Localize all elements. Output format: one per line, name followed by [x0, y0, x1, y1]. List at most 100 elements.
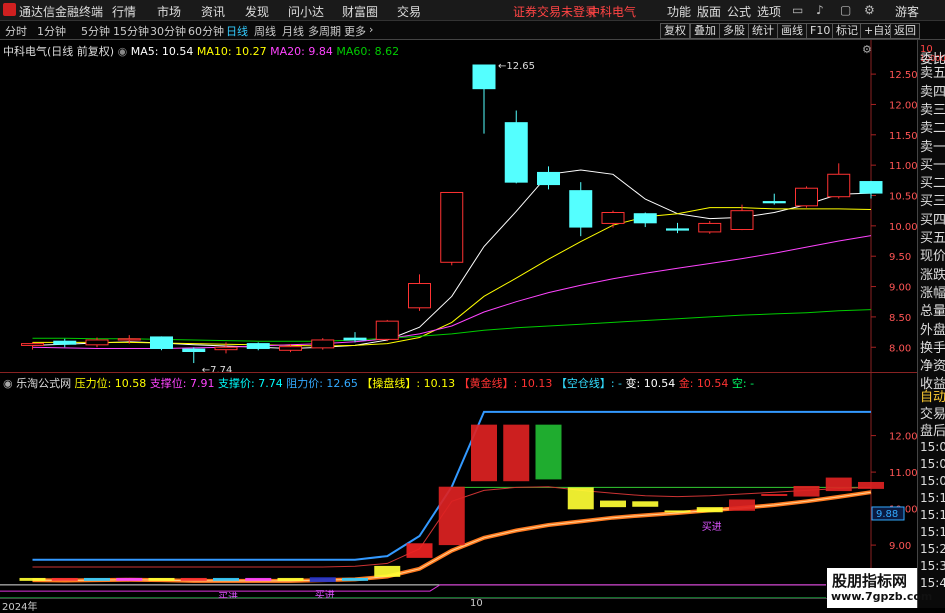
- menu-trade[interactable]: 交易: [397, 3, 421, 20]
- ma20-label: MA20: 9.84: [270, 45, 333, 58]
- support-price-line: [0, 584, 826, 592]
- indicator-series: 买进 买进买进: [0, 410, 884, 598]
- candle-body: [827, 173, 851, 198]
- candle-body: [279, 346, 302, 351]
- login-notice[interactable]: 证券交易未登录: [513, 3, 597, 20]
- indicator-bar: [19, 577, 46, 581]
- indicator-name[interactable]: 乐淘公式网: [16, 377, 71, 390]
- f10-button[interactable]: F10: [806, 23, 835, 39]
- period-tab-monthly[interactable]: 月线: [282, 23, 304, 39]
- candle-body: [762, 201, 786, 204]
- menu-market[interactable]: 市场: [157, 3, 181, 20]
- main-price-axis: 12.50 12.00 11.50 11.00 10.50 10.00 9.50 9.00 8.…: [871, 70, 917, 354]
- buy-signal-label: 买进: [315, 590, 335, 598]
- side-item-10: 买五: [920, 231, 945, 246]
- side-time-6: 15:20: [920, 542, 945, 556]
- overlay-button[interactable]: 叠加: [690, 23, 720, 39]
- high-price-label: ←12.65: [498, 61, 535, 72]
- candle-body: [730, 210, 754, 230]
- side-time-7: 15:33: [920, 559, 945, 573]
- side-item-9: 买四: [920, 212, 945, 228]
- price-tick-label: 8.00: [889, 343, 911, 354]
- side-item-12: 涨跌: [920, 267, 945, 283]
- menu-options[interactable]: 选项: [757, 3, 781, 20]
- buy-signal-label: 买进: [702, 521, 722, 533]
- candle-body: [859, 181, 883, 194]
- window-min-button[interactable]: ▭: [792, 3, 803, 17]
- indicator-toggle-icon[interactable]: ◉: [3, 377, 13, 390]
- indicator-bar: [567, 487, 594, 510]
- price-tick-label: 8.50: [889, 313, 911, 324]
- chart-title: 中科电气(日线 前复权): [3, 45, 115, 58]
- settings-icon[interactable]: ⚙: [864, 3, 875, 17]
- low-price-label: ←7.74: [202, 365, 233, 372]
- menu-discover[interactable]: 发现: [245, 3, 269, 20]
- period-tab-more[interactable]: 更多: [344, 23, 366, 39]
- period-tab-multi[interactable]: 多周期: [308, 23, 341, 39]
- change-label: 变: 10.54: [625, 377, 676, 390]
- toggle-indicator-icon[interactable]: ◉: [118, 45, 131, 58]
- side-lower-2[interactable]: 盘后: [920, 420, 945, 439]
- indicator-bar: [438, 486, 465, 546]
- multi-stock-button[interactable]: 多股: [719, 23, 749, 39]
- menu-news[interactable]: 资讯: [201, 3, 225, 20]
- period-tab-daily[interactable]: 日线: [226, 23, 248, 39]
- user-guest[interactable]: 游客: [895, 3, 919, 20]
- trade-line-label: 【操盘线】: 10.13: [361, 377, 456, 390]
- price-tick-label: 12.50: [889, 70, 917, 81]
- period-tab-5min[interactable]: 5分钟: [81, 23, 110, 39]
- time-axis: 2024年 10: [0, 598, 917, 613]
- side-item-17: 净资: [920, 359, 945, 375]
- candle-body: [214, 346, 238, 351]
- support-price-label: 支撑价: 7.74: [218, 377, 283, 390]
- bell-icon[interactable]: ♪: [816, 3, 824, 17]
- candle-body: [472, 64, 496, 90]
- menu-ask[interactable]: 问小达: [288, 3, 324, 20]
- gear-icon[interactable]: ⚙: [862, 43, 872, 56]
- indicator-legend: ◉ 乐淘公式网 压力位: 10.58 支撑位: 7.91 支撑价: 7.74 阻…: [3, 375, 754, 391]
- candle-body: [601, 212, 625, 224]
- support-label: 支撑位: 7.91: [149, 377, 215, 390]
- fuquan-button[interactable]: 复权: [660, 23, 690, 39]
- indicator-bar: [213, 577, 239, 581]
- indicator-bar: [535, 424, 562, 480]
- menu-function[interactable]: 功能: [667, 3, 691, 20]
- menu-quotes[interactable]: 行情: [112, 3, 136, 20]
- period-tab-fenshi[interactable]: 分时: [5, 23, 27, 39]
- period-tab-15min[interactable]: 15分钟: [113, 23, 149, 39]
- indicator-bar: [696, 507, 723, 513]
- period-tab-60min[interactable]: 60分钟: [188, 23, 224, 39]
- candlestick-chart[interactable]: 12.50 12.00 11.50 11.00 10.50 10.00 9.50 9.00 8.…: [0, 40, 917, 372]
- stock-name: 中科电气: [588, 5, 637, 19]
- side-item-8: 买三: [920, 194, 945, 210]
- draw-line-button[interactable]: 画线: [777, 23, 807, 39]
- candle-body: [537, 171, 560, 186]
- indicator-tick-label: 11.00: [889, 468, 917, 479]
- candle-body: [85, 339, 109, 346]
- year-label: 2024年: [2, 602, 38, 613]
- period-tab-30min[interactable]: 30分钟: [150, 23, 186, 39]
- candle-body: [150, 336, 173, 349]
- stats-button[interactable]: 统计: [748, 23, 778, 39]
- candle-body: [408, 283, 431, 309]
- indicator-bar: [245, 577, 272, 581]
- gold-label: 金: 10.54: [678, 377, 729, 390]
- side-item-4: 卖二: [920, 121, 945, 137]
- indicator-bar: [761, 494, 788, 496]
- side-item-3: 卖三: [920, 102, 945, 118]
- mark-button[interactable]: 标记: [832, 23, 862, 39]
- period-tab-weekly[interactable]: 周线: [254, 23, 276, 39]
- indicator-bar: [342, 577, 368, 581]
- back-button[interactable]: 返回: [890, 23, 920, 39]
- indicator-chart[interactable]: 12.0011.0010.009.009.88 买进买进买进: [0, 373, 917, 598]
- indicator-bar: [632, 501, 659, 507]
- window-restore-button[interactable]: ▢: [840, 3, 851, 17]
- menu-formula[interactable]: 公式: [727, 3, 751, 20]
- menu-layout[interactable]: 版面: [697, 3, 721, 20]
- more-chevron-icon[interactable]: ›: [369, 23, 373, 36]
- menu-wealth[interactable]: 财富圈: [342, 3, 378, 20]
- indicator-bar: [374, 565, 401, 577]
- side-time-2: 15:08: [920, 474, 945, 488]
- period-tab-1min[interactable]: 1分钟: [37, 23, 66, 39]
- empty-label: 空: -: [731, 377, 755, 390]
